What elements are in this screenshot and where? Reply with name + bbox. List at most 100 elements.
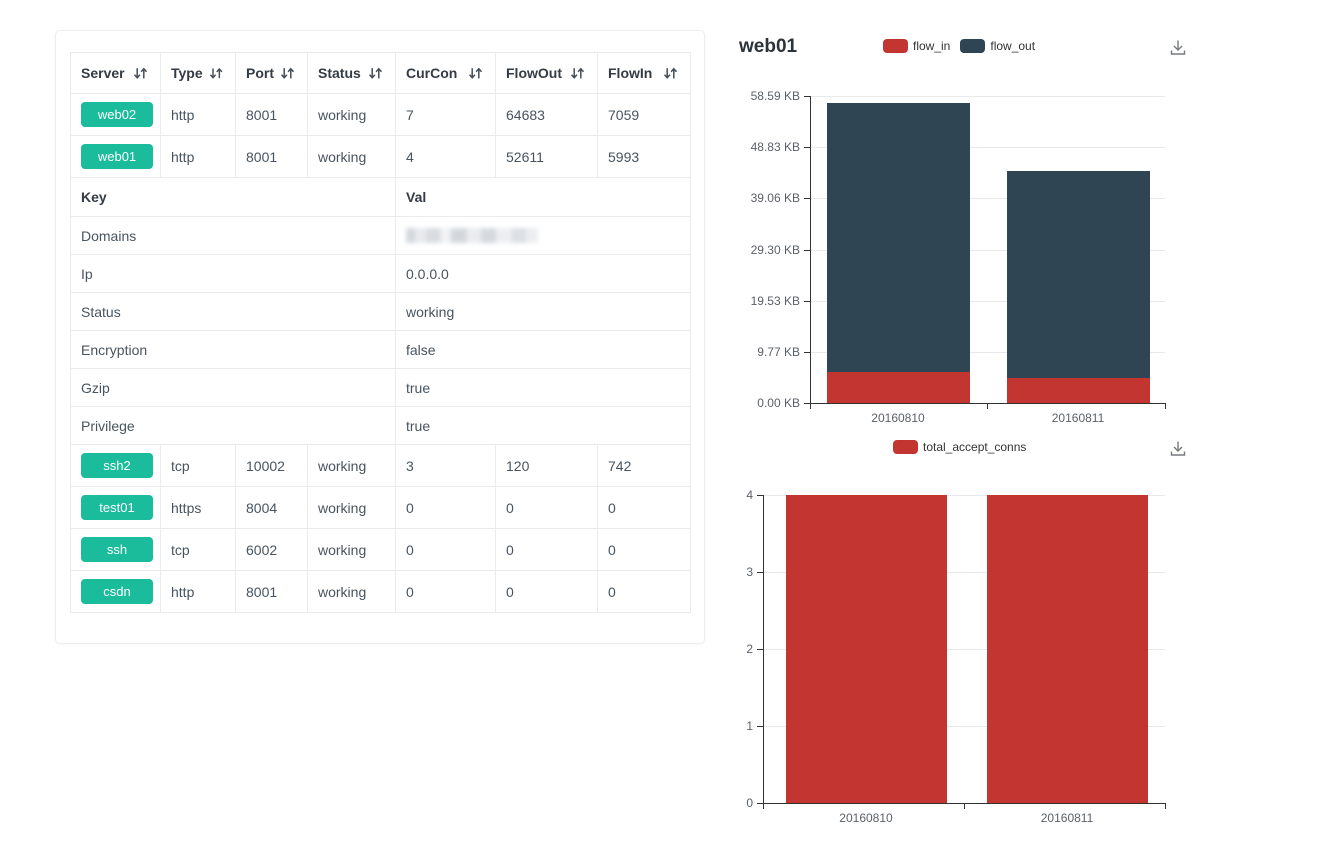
server-name-cell: ssh2 <box>71 445 161 487</box>
table-cell: 52611 <box>496 136 598 178</box>
table-cell: 5993 <box>598 136 691 178</box>
chart2-download-icon[interactable] <box>1167 438 1189 460</box>
column-header-label: FlowIn <box>608 65 652 81</box>
y-axis-label: 29.30 KB <box>730 243 800 257</box>
x-axis-label: 20160811 <box>1041 811 1094 825</box>
legend-item-flow_out[interactable]: flow_out <box>960 39 1035 53</box>
detail-row-privilege: Privilegetrue <box>71 407 691 445</box>
column-header-label: FlowOut <box>506 65 562 81</box>
server-name-button[interactable]: web01 <box>81 144 153 170</box>
x-axis-line <box>810 403 1166 404</box>
detail-key-cell: Privilege <box>71 407 396 445</box>
server-row-web02: web02http8001working7646837059 <box>71 94 691 136</box>
table-header-row: Server Type Port Status CurCon FlowOut FlowIn <box>71 53 691 94</box>
table-cell: working <box>308 487 396 529</box>
server-name-cell: test01 <box>71 487 161 529</box>
table-cell: 0 <box>496 529 598 571</box>
server-panel: ServerTypePortStatusCurConFlowOutFlowIn … <box>55 30 705 644</box>
x-axis-tick <box>763 803 764 809</box>
detail-row-ip: Ip0.0.0.0 <box>71 255 691 293</box>
server-name-cell: web02 <box>71 94 161 136</box>
table-cell: 7 <box>396 94 496 136</box>
column-header-label: Port <box>246 65 274 81</box>
detail-val-cell: 0.0.0.0 <box>396 255 691 293</box>
server-table: ServerTypePortStatusCurConFlowOutFlowIn … <box>70 52 691 613</box>
bar-total_accept_conns-20160810 <box>786 495 947 803</box>
detail-key-cell: Status <box>71 293 396 331</box>
server-name-cell: web01 <box>71 136 161 178</box>
sort-icon <box>368 67 383 80</box>
chart2-legend: total_accept_conns <box>893 440 1026 454</box>
y-axis-label: 0 <box>683 796 753 810</box>
table-cell: tcp <box>161 529 236 571</box>
x-axis-label: 20160810 <box>839 811 892 825</box>
server-name-button[interactable]: csdn <box>81 579 153 605</box>
table-cell: 8004 <box>236 487 308 529</box>
bar-flow_in-20160810 <box>827 372 970 403</box>
table-cell: 0 <box>396 571 496 613</box>
column-header-port[interactable]: Port <box>236 53 308 94</box>
chart1-download-icon[interactable] <box>1167 37 1189 59</box>
y-axis-label: 3 <box>683 565 753 579</box>
legend-label: flow_in <box>913 39 950 53</box>
server-name-button[interactable]: ssh <box>81 537 153 563</box>
detail-row-domains: Domains <box>71 217 691 255</box>
sort-icon <box>280 67 295 80</box>
legend-item-flow_in[interactable]: flow_in <box>883 39 950 53</box>
column-header-flowout[interactable]: FlowOut <box>496 53 598 94</box>
legend-label: flow_out <box>990 39 1035 53</box>
detail-key-cell: Ip <box>71 255 396 293</box>
x-axis-tick <box>987 403 988 409</box>
x-axis-tick <box>1165 803 1166 809</box>
table-cell: working <box>308 136 396 178</box>
bar-flow_in-20160811 <box>1007 378 1150 403</box>
server-row-test01: test01https8004working000 <box>71 487 691 529</box>
table-cell: tcp <box>161 445 236 487</box>
detail-header-row: KeyVal <box>71 178 691 217</box>
table-cell: 742 <box>598 445 691 487</box>
column-header-label: Type <box>171 65 203 81</box>
detail-val-header: Val <box>396 178 691 217</box>
detail-key-header: Key <box>71 178 396 217</box>
table-cell: 0 <box>496 571 598 613</box>
server-name-button[interactable]: ssh2 <box>81 453 153 479</box>
bar-flow_out-20160811 <box>1007 171 1150 378</box>
server-name-button[interactable]: web02 <box>81 102 153 128</box>
y-axis-label: 0.00 KB <box>730 396 800 410</box>
column-header-server[interactable]: Server <box>71 53 161 94</box>
detail-val-cell: false <box>396 331 691 369</box>
table-cell: 120 <box>496 445 598 487</box>
column-header-type[interactable]: Type <box>161 53 236 94</box>
server-row-ssh2: ssh2tcp10002working3120742 <box>71 445 691 487</box>
column-header-flowin[interactable]: FlowIn <box>598 53 691 94</box>
column-header-label: Status <box>318 65 361 81</box>
sort-icon <box>570 67 585 80</box>
table-cell: 6002 <box>236 529 308 571</box>
column-header-label: Server <box>81 65 125 81</box>
server-name-cell: ssh <box>71 529 161 571</box>
table-cell: working <box>308 94 396 136</box>
legend-item-total_accept_conns[interactable]: total_accept_conns <box>893 440 1026 454</box>
server-name-button[interactable]: test01 <box>81 495 153 521</box>
legend-swatch <box>893 440 918 454</box>
column-header-curcon[interactable]: CurCon <box>396 53 496 94</box>
y-axis-label: 9.77 KB <box>730 345 800 359</box>
sort-icon <box>209 67 223 80</box>
x-axis-label: 20160811 <box>1052 411 1105 425</box>
server-row-csdn: csdnhttp8001working000 <box>71 571 691 613</box>
legend-swatch <box>883 39 908 53</box>
table-cell: 0 <box>396 529 496 571</box>
table-cell: working <box>308 571 396 613</box>
detail-val-cell <box>396 217 691 255</box>
table-cell: 8001 <box>236 94 308 136</box>
chart1-legend: flow_in flow_out <box>883 39 1035 53</box>
table-cell: 0 <box>598 487 691 529</box>
x-axis-tick <box>810 403 811 409</box>
column-header-status[interactable]: Status <box>308 53 396 94</box>
table-cell: 4 <box>396 136 496 178</box>
y-axis-label: 19.53 KB <box>730 294 800 308</box>
sort-icon <box>133 67 148 80</box>
y-axis-label: 1 <box>683 719 753 733</box>
y-axis-label: 39.06 KB <box>730 191 800 205</box>
y-axis-line <box>810 96 811 403</box>
